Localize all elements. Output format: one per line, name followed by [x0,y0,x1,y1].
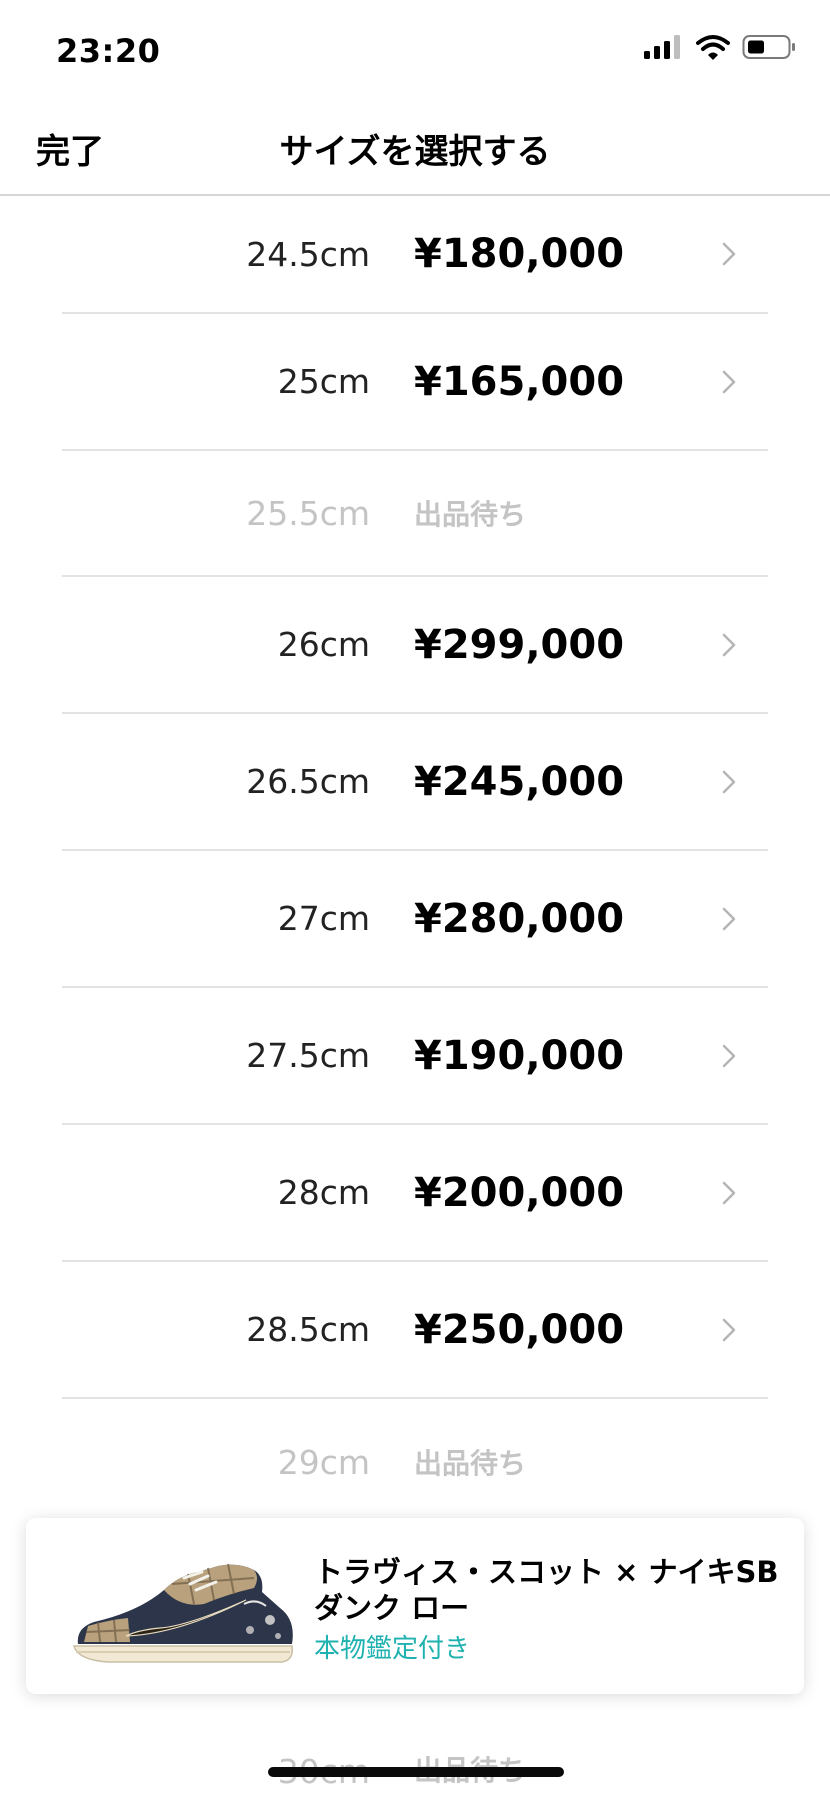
size-row[interactable]: 26.5cm ¥245,000 [62,714,768,851]
chevron-right-icon [722,851,736,986]
product-card[interactable]: トラヴィス・スコット × ナイキSB ダンク ロー 本物鑑定付き [26,1518,804,1694]
waiting-label: 出品待ち [414,498,527,531]
size-row[interactable]: 27cm ¥280,000 [62,851,768,988]
price-label: ¥250,000 [414,1306,625,1353]
size-label: 28.5cm [246,1310,370,1349]
price-label: ¥299,000 [414,621,625,668]
sneaker-image [73,1563,294,1663]
price-label: ¥190,000 [414,1032,625,1079]
nav-bar: サイズを選択する 完了 [0,100,830,196]
size-row-waiting: 29cm 出品待ち [62,1399,768,1527]
chevron-right-icon [722,196,736,312]
price-label: ¥200,000 [414,1169,625,1216]
authenticity-badge: 本物鑑定付き [314,1634,471,1664]
size-label: 25.5cm [246,493,370,533]
size-row[interactable]: 27.5cm ¥190,000 [62,988,768,1125]
cellular-signal-icon [644,35,680,59]
size-label: 24.5cm [246,234,370,274]
price-label: ¥180,000 [414,231,625,277]
product-name-line1: トラヴィス・スコット × ナイキSB [314,1555,779,1589]
battery-icon [742,35,795,59]
waiting-label: 出品待ち [414,1447,527,1480]
product-name-line2: ダンク ロー [314,1591,470,1625]
chevron-right-icon [722,314,736,449]
size-row-waiting: 25.5cm 出品待ち [62,451,768,577]
chevron-right-icon [722,1262,736,1397]
size-label: 26.5cm [246,762,370,801]
chevron-right-icon [722,577,736,712]
page-title: サイズを選択する [279,132,551,172]
status-bar: 23:20 [0,0,830,100]
product-name: トラヴィス・スコット × ナイキSB ダンク ロー [314,1554,784,1626]
size-label: 28cm [277,1173,370,1212]
size-label: 25cm [277,362,370,401]
size-row[interactable]: 28cm ¥200,000 [62,1125,768,1262]
chevron-right-icon [722,714,736,849]
size-label: 29cm [277,1442,370,1482]
size-label: 27.5cm [246,1036,370,1075]
price-label: ¥280,000 [414,895,625,942]
price-label: ¥245,000 [414,758,625,805]
size-row[interactable]: 25cm ¥165,000 [62,314,768,451]
chevron-right-icon [722,988,736,1123]
size-label: 27cm [277,899,370,938]
size-label: 26cm [277,625,370,664]
size-row[interactable]: 26cm ¥299,000 [62,577,768,714]
size-row[interactable]: 28.5cm ¥250,000 [62,1262,768,1399]
status-icons [644,34,796,60]
size-row[interactable]: 24.5cm ¥180,000 [62,196,768,314]
status-time: 23:20 [56,32,161,70]
price-label: ¥165,000 [414,358,625,405]
chevron-right-icon [722,1125,736,1260]
wifi-icon [696,35,730,60]
home-indicator[interactable] [268,1767,564,1777]
done-button[interactable]: 完了 [36,124,104,173]
